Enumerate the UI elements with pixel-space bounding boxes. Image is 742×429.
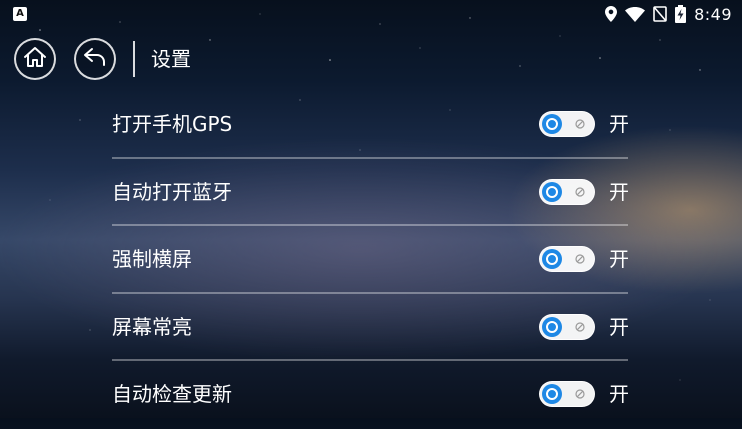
app-notification-icon: A [13, 7, 27, 21]
switch-off-icon [575, 389, 585, 399]
state-label: 开 [609, 314, 629, 339]
settings-list: 打开手机GPS 开 自动打开蓝牙 开 强制横屏 开 屏幕常亮 开 自动检查更新 [112, 91, 629, 429]
status-time: 8:49 [694, 4, 732, 24]
setting-row-landscape[interactable]: 强制横屏 开 [112, 226, 629, 294]
location-icon [605, 6, 618, 22]
header-divider [133, 41, 135, 77]
switch-off-icon [575, 321, 585, 332]
battery-charging-icon [675, 5, 687, 23]
switch-off-icon [575, 119, 585, 129]
wifi-icon [625, 6, 646, 22]
toggle-switch[interactable] [539, 313, 595, 340]
switch-knob [542, 249, 562, 269]
header: 设置 [0, 36, 742, 84]
switch-knob [542, 384, 562, 404]
toggle-switch[interactable] [539, 111, 595, 137]
setting-row-gps[interactable]: 打开手机GPS 开 [112, 91, 629, 159]
setting-row-auto-update[interactable]: 自动检查更新 开 [112, 361, 629, 429]
state-label: 开 [609, 247, 629, 271]
switch-off-icon [575, 254, 585, 264]
state-label: 开 [609, 179, 629, 204]
home-button[interactable] [14, 38, 56, 80]
switch-off-icon [575, 186, 585, 197]
switch-knob [542, 114, 562, 134]
toggle-switch[interactable] [539, 178, 595, 205]
setting-label: 打开手机GPS [112, 112, 233, 136]
page-title: 设置 [151, 47, 191, 71]
status-icons: 8:49 [605, 3, 732, 25]
home-icon [23, 46, 47, 72]
setting-row-screen-on[interactable]: 屏幕常亮 开 [112, 294, 629, 361]
setting-label: 强制横屏 [112, 247, 192, 271]
setting-label: 自动检查更新 [112, 382, 232, 406]
setting-label: 自动打开蓝牙 [112, 179, 232, 204]
setting-label: 屏幕常亮 [112, 314, 192, 339]
state-label: 开 [609, 112, 629, 136]
back-arrow-icon [83, 47, 107, 71]
toggle-switch[interactable] [539, 246, 595, 272]
switch-knob [542, 316, 562, 337]
state-label: 开 [609, 382, 629, 406]
back-button[interactable] [74, 38, 116, 80]
toggle-switch[interactable] [539, 381, 595, 407]
setting-row-bluetooth[interactable]: 自动打开蓝牙 开 [112, 159, 629, 226]
status-bar: A 8:49 [0, 0, 742, 28]
no-sim-icon [653, 6, 667, 22]
switch-knob [542, 181, 562, 202]
